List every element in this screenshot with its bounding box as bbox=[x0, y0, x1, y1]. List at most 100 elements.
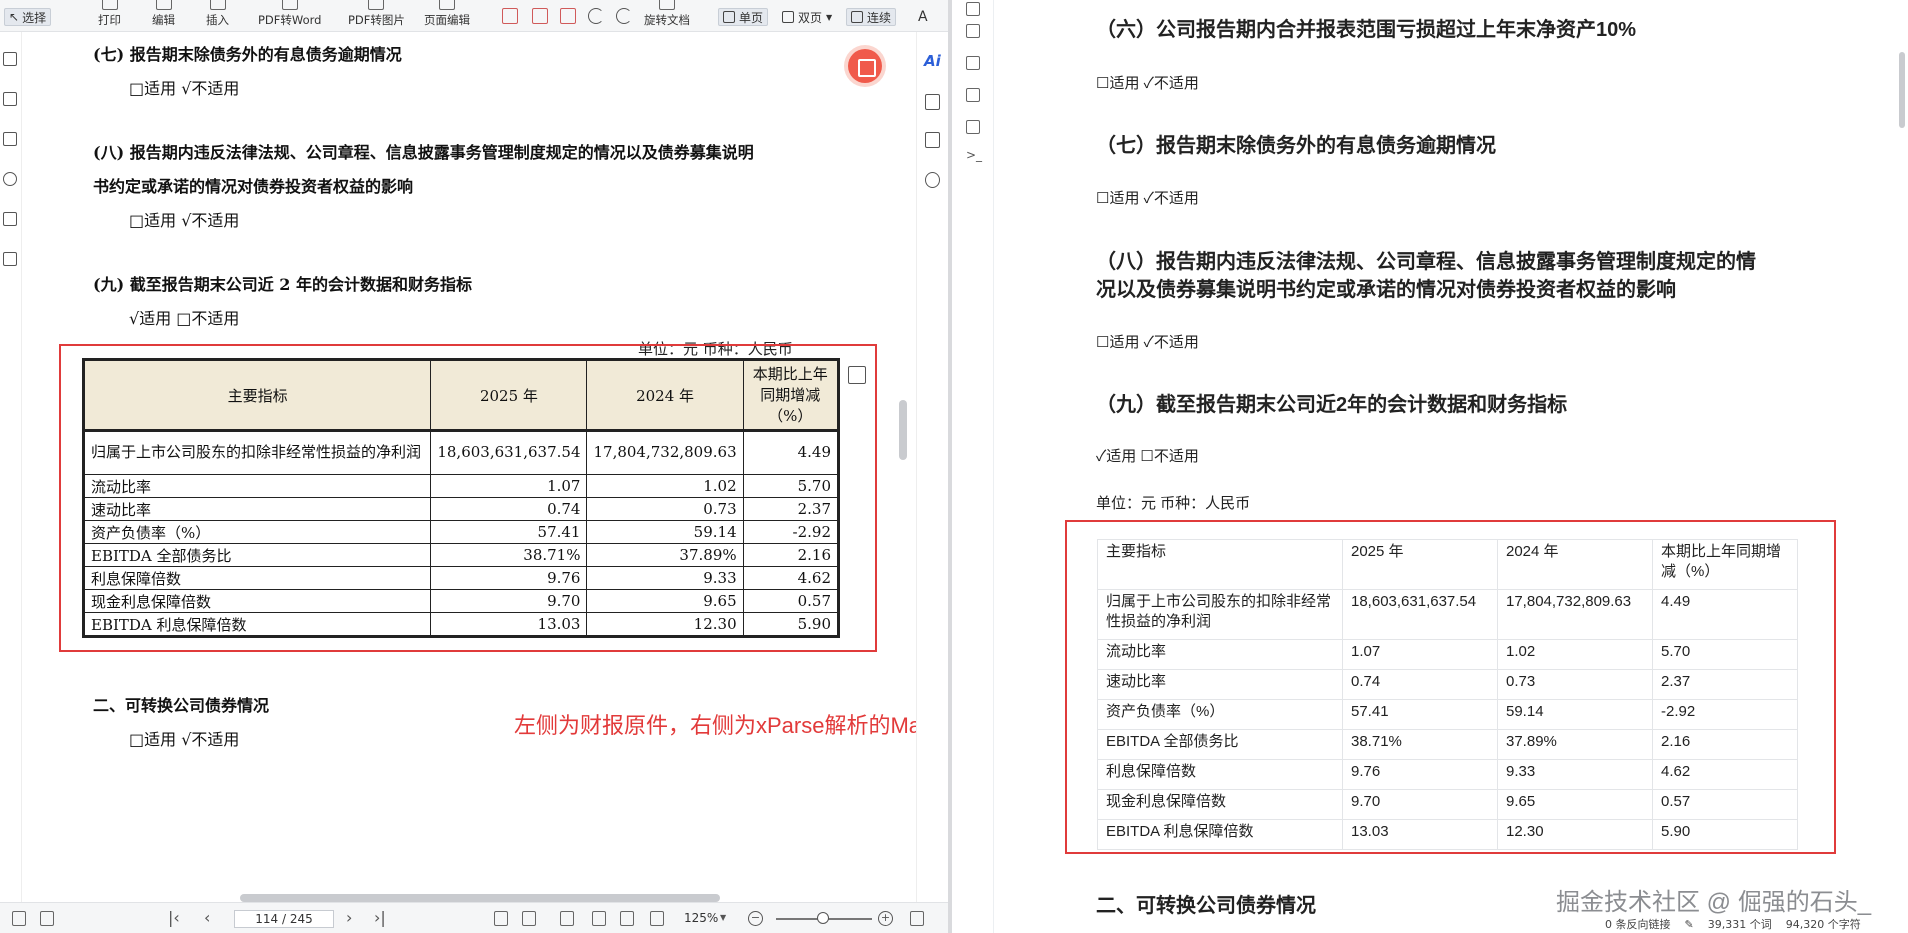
table-cell: 9.65 bbox=[1497, 789, 1653, 820]
table-cell: 0.73 bbox=[1497, 669, 1653, 700]
table-cell: EBITDA 利息保障倍数 bbox=[1097, 819, 1343, 850]
text-tool-icon[interactable]: A bbox=[914, 8, 932, 26]
search-icon[interactable] bbox=[3, 172, 17, 186]
md-section-9-title: （九）截至报告期末公司近2年的会计数据和财务指标 bbox=[1096, 394, 1568, 416]
zoom-chevron-down-icon[interactable]: ▼ bbox=[720, 913, 726, 922]
fit-page-icon[interactable] bbox=[522, 911, 536, 926]
single-page-button[interactable]: 单页 bbox=[718, 8, 769, 26]
fullscreen-icon[interactable] bbox=[910, 911, 924, 926]
grid-icon[interactable] bbox=[966, 56, 980, 70]
insert-button[interactable]: 插入 bbox=[206, 0, 229, 32]
floating-convert-button[interactable] bbox=[848, 49, 882, 83]
thumbnails-icon[interactable] bbox=[3, 132, 17, 146]
rotate-left-icon[interactable] bbox=[588, 8, 604, 24]
continuous-view-icon[interactable] bbox=[650, 911, 664, 926]
table-row: 流动比率 1.07 1.02 5.70 bbox=[83, 474, 839, 498]
table-recognize-icon[interactable] bbox=[848, 366, 866, 384]
last-page-icon[interactable]: ›| bbox=[374, 908, 386, 927]
table-cell: 18,603,631,637.54 bbox=[430, 429, 588, 475]
ai-side-rail: Ai bbox=[916, 32, 948, 902]
table-row: EBITDA 全部债务比 38.71% 37.89% 2.16 bbox=[1097, 729, 1798, 760]
graph-icon[interactable] bbox=[966, 24, 980, 38]
pdf-to-image-button[interactable]: PDF转图片 bbox=[348, 0, 405, 32]
signature-icon[interactable] bbox=[3, 252, 17, 266]
table-cell: 4.62 bbox=[742, 566, 839, 590]
table-row: 利息保障倍数 9.76 9.33 4.62 bbox=[1097, 759, 1798, 790]
settings-sliders-icon[interactable] bbox=[925, 172, 940, 188]
merge-icon[interactable] bbox=[560, 8, 576, 24]
attachment-icon[interactable] bbox=[3, 212, 17, 226]
rotate-document-button[interactable]: 旋转文档 bbox=[644, 0, 690, 32]
word-icon bbox=[281, 0, 298, 10]
md-section-6-status: ☐适用 ✓不适用 bbox=[1096, 75, 1199, 92]
continuous-icon bbox=[851, 11, 863, 23]
rotate-right-icon[interactable] bbox=[616, 8, 632, 24]
double-view-icon[interactable] bbox=[620, 911, 634, 926]
pdf-viewer: ↖ 选择 打印 编辑 插入 PDF转Word PDF转图片 页面编辑 旋转文档 … bbox=[0, 0, 948, 933]
table-row: EBITDA 利息保障倍数 13.03 12.30 5.90 bbox=[83, 612, 839, 636]
terminal-icon[interactable]: >_ bbox=[966, 148, 982, 162]
md-section-7-status: ☐适用 ✓不适用 bbox=[1096, 190, 1199, 207]
pdf-section-8-title-line1: (八) 报告期内违反法律法规、公司章程、信息披露事务管理制度规定的情况以及债券募… bbox=[93, 143, 754, 162]
pdf-left-rail bbox=[0, 32, 22, 902]
sidebar-toggle-icon[interactable] bbox=[12, 911, 26, 926]
word-count: 39,331 个词 bbox=[1707, 918, 1772, 931]
extract-icon[interactable] bbox=[532, 8, 548, 24]
print-button[interactable]: 打印 bbox=[98, 0, 121, 32]
table-row: 利息保障倍数 9.76 9.33 4.62 bbox=[83, 566, 839, 590]
zoom-in-icon[interactable]: + bbox=[878, 911, 893, 926]
pencil-icon[interactable]: ✎ bbox=[1685, 918, 1694, 931]
annotation-icon[interactable] bbox=[3, 92, 17, 106]
md-section-8-title-line2: 况以及债券募集说明书约定或承诺的情况对债券投资者权益的影响 bbox=[1096, 279, 1676, 301]
files-icon[interactable] bbox=[966, 2, 980, 16]
markdown-viewer: >_ （六）公司报告期内合并报表范围亏损超过上年末净资产10% ☐适用 ✓不适用… bbox=[952, 0, 1908, 933]
table-row: EBITDA 利息保障倍数 13.03 12.30 5.90 bbox=[1097, 819, 1798, 850]
split-icon[interactable] bbox=[502, 8, 518, 24]
zoom-level-select[interactable]: 125% bbox=[684, 911, 718, 925]
fit-width-icon[interactable] bbox=[494, 911, 508, 926]
table-cell: 9.33 bbox=[1497, 759, 1653, 790]
calendar-icon[interactable] bbox=[966, 88, 980, 102]
table-cell: 利息保障倍数 bbox=[83, 566, 432, 590]
table-cell: 2.37 bbox=[1652, 669, 1798, 700]
table-header-cell: 本期比上年同期增减（%） bbox=[742, 360, 839, 430]
pdf-to-word-button[interactable]: PDF转Word bbox=[258, 0, 321, 32]
rotate-doc-icon bbox=[659, 0, 675, 10]
table-cell: 13.03 bbox=[430, 612, 588, 636]
backlinks-count[interactable]: 0 条反向链接 bbox=[1605, 916, 1671, 932]
translate-icon[interactable] bbox=[925, 132, 940, 148]
table-cell: 速动比率 bbox=[1097, 669, 1343, 700]
select-tool-button[interactable]: ↖ 选择 bbox=[4, 8, 52, 26]
ai-document-icon[interactable] bbox=[925, 94, 940, 110]
table-cell: EBITDA 全部债务比 bbox=[83, 543, 432, 567]
table-cell: 38.71% bbox=[430, 543, 588, 567]
view-mode-icon[interactable] bbox=[560, 911, 574, 926]
page-edit-button[interactable]: 页面编辑 bbox=[424, 0, 470, 32]
table-cell: 37.89% bbox=[1497, 729, 1653, 760]
vertical-scrollbar[interactable] bbox=[899, 400, 907, 460]
table-cell: -2.92 bbox=[742, 520, 839, 544]
edit-button[interactable]: 编辑 bbox=[152, 0, 175, 32]
continuous-button[interactable]: 连续 bbox=[846, 8, 897, 26]
md-section-8-status: ☐适用 ✓不适用 bbox=[1096, 334, 1199, 351]
table-cell: 资产负债率（%） bbox=[83, 520, 432, 544]
zoom-slider-knob[interactable] bbox=[817, 912, 829, 924]
copy-icon[interactable] bbox=[966, 120, 980, 134]
table-cell: 流动比率 bbox=[1097, 639, 1343, 670]
zoom-out-icon[interactable]: − bbox=[748, 911, 763, 926]
outline-toggle-icon[interactable] bbox=[40, 911, 54, 926]
table-cell: 0.74 bbox=[430, 497, 588, 521]
pdf-statusbar: |‹ ‹ 114 / 245 › ›| 125% ▼ − + bbox=[0, 902, 948, 933]
page-number-input[interactable]: 114 / 245 bbox=[234, 910, 334, 928]
single-page-icon bbox=[723, 11, 735, 23]
single-view-icon[interactable] bbox=[592, 911, 606, 926]
next-page-icon[interactable]: › bbox=[346, 908, 352, 927]
horizontal-scrollbar[interactable] bbox=[240, 894, 720, 902]
ai-assistant-icon[interactable]: Ai bbox=[924, 52, 941, 70]
markdown-scrollbar[interactable] bbox=[1899, 52, 1905, 128]
menu-icon[interactable] bbox=[3, 52, 17, 66]
first-page-icon[interactable]: |‹ bbox=[168, 908, 180, 927]
prev-page-icon[interactable]: ‹ bbox=[204, 908, 210, 927]
double-page-button[interactable]: 双页 ▼ bbox=[778, 8, 836, 26]
table-cell: 59.14 bbox=[586, 520, 744, 544]
